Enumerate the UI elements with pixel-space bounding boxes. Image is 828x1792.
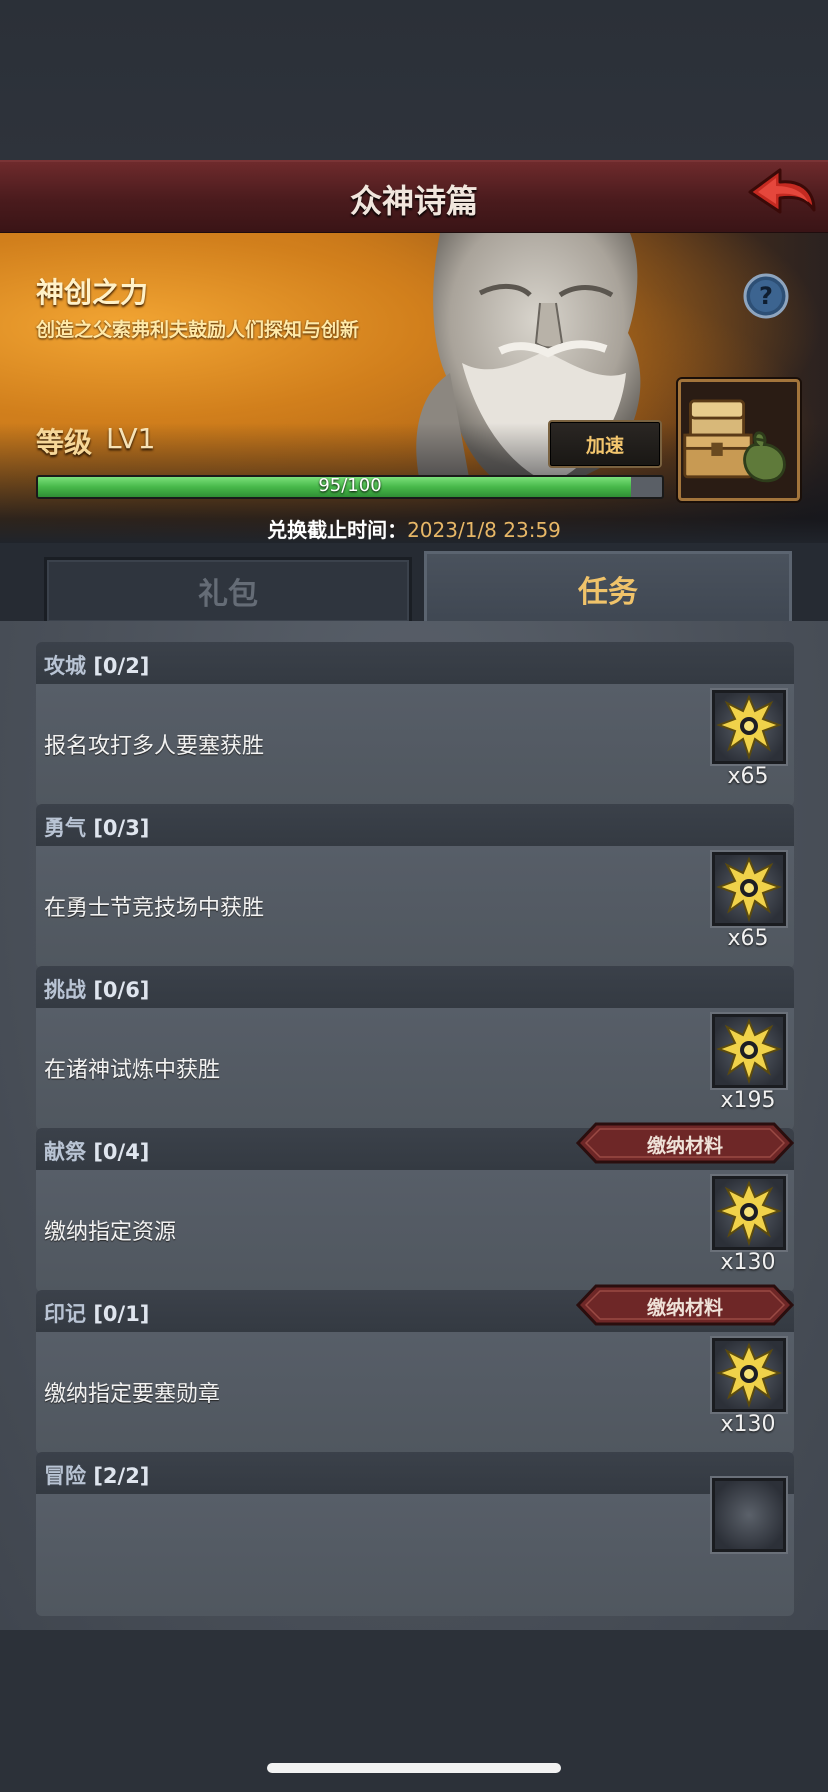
back-arrow-icon[interactable] [744,166,818,222]
reward-item[interactable] [712,1338,786,1412]
event-title: 神创之力 [36,276,149,309]
treasure-chest-icon [683,399,786,483]
reward-item[interactable] [712,690,786,764]
task-body: 在勇士节竞技场中获胜 x65 [36,846,794,968]
task-header: 印记 [0/1] 缴纳材料 [36,1284,794,1332]
level-progress-bar: 95/100 [36,475,664,499]
submit-materials-button[interactable]: 缴纳材料 [576,1122,794,1164]
task-progress: [0/1] [93,1302,150,1326]
reward-count: x130 [720,1250,776,1275]
task-item: 勇气 [0/3] 在勇士节竞技场中获胜 x65 [36,804,794,968]
task-description: 在诸神试炼中获胜 [44,1058,221,1083]
task-body: 缴纳指定要塞勋章 x130 [36,1332,794,1454]
title-bar: 众神诗篇 [0,160,828,235]
task-name: 献祭 [44,1140,86,1164]
task-header: 攻城 [0/2] [36,642,794,684]
reward-item[interactable] [712,1176,786,1250]
task-name: 冒险 [44,1464,86,1488]
task-item: 印记 [0/1] 缴纳材料 缴纳指定要塞勋章 x130 [36,1284,794,1454]
task-body: 在诸神试炼中获胜 x195 [36,1008,794,1130]
task-header: 冒险 [2/2] [36,1452,794,1494]
task-header: 挑战 [0/6] [36,966,794,1008]
deadline: 兑换截止时间：2023/1/8 23:59 [0,514,828,543]
task-item: 攻城 [0/2] 报名攻打多人要塞获胜 x65 [36,642,794,806]
task-item: 冒险 [2/2] [36,1452,794,1616]
svg-text:?: ? [759,282,773,310]
level-label: 等级 [36,426,93,459]
level-value: LV1 [106,422,156,455]
task-header: 献祭 [0/4] 缴纳材料 [36,1122,794,1170]
task-progress: [0/2] [93,654,150,678]
progress-text: 95/100 [318,475,382,496]
tab-gift[interactable]: 礼包 [44,557,412,625]
task-progress: [0/6] [93,978,150,1002]
divine-emblem-icon [716,1342,782,1409]
speed-up-button[interactable]: 加速 [548,420,662,468]
task-item: 挑战 [0/6] 在诸神试炼中获胜 x195 [36,966,794,1130]
submit-materials-button[interactable]: 缴纳材料 [576,1284,794,1326]
submit-materials-label: 缴纳材料 [646,1135,723,1157]
help-icon[interactable]: ? [742,272,790,320]
task-body [36,1478,794,1616]
reward-item[interactable] [712,1014,786,1088]
home-indicator[interactable] [267,1763,561,1773]
task-name: 印记 [44,1302,86,1326]
deadline-value: 2023/1/8 23:59 [407,518,561,542]
event-banner: 神创之力 创造之父索弗利夫鼓励人们探知与创新 ? 等级 LV1 加速 95/10… [0,233,828,543]
reward-count: x195 [720,1088,776,1113]
event-subtitle: 创造之父索弗利夫鼓励人们探知与创新 [36,319,360,341]
divine-emblem-icon [716,856,782,923]
deadline-label: 兑换截止时间： [267,518,408,542]
reward-count: x65 [727,926,769,951]
task-name: 勇气 [44,816,86,840]
task-name: 挑战 [44,978,86,1002]
submit-materials-label: 缴纳材料 [646,1297,723,1319]
task-body: 报名攻打多人要塞获胜 x65 [36,684,794,806]
status-area [0,0,828,160]
task-progress: [0/4] [93,1140,150,1164]
task-header: 勇气 [0/3] [36,804,794,846]
divine-emblem-icon [716,1018,782,1085]
reward-item[interactable] [712,852,786,926]
task-item: 献祭 [0/4] 缴纳材料 缴纳指定资源 x130 [36,1122,794,1292]
task-progress: [2/2] [93,1464,150,1488]
reward-count: x65 [727,764,769,789]
tab-task[interactable]: 任务 [424,551,792,624]
divine-emblem-icon [716,1180,782,1247]
task-description: 缴纳指定要塞勋章 [44,1382,221,1407]
task-description: 缴纳指定资源 [44,1220,177,1245]
reward-item[interactable] [712,1478,786,1552]
task-description: 报名攻打多人要塞获胜 [44,734,265,759]
page-title: 众神诗篇 [349,182,478,220]
reward-count: x130 [720,1412,776,1437]
task-list[interactable]: 攻城 [0/2] 报名攻打多人要塞获胜 x65 勇气 [0/3] 在勇士节竞技场… [0,621,828,1630]
task-name: 攻城 [44,654,86,678]
reward-chest-button[interactable] [678,379,800,501]
divine-emblem-icon [716,694,782,761]
task-progress: [0/3] [93,816,150,840]
task-body: 缴纳指定资源 x130 [36,1170,794,1292]
tab-bar: 礼包 任务 [0,543,828,625]
task-description: 在勇士节竞技场中获胜 [44,896,265,921]
